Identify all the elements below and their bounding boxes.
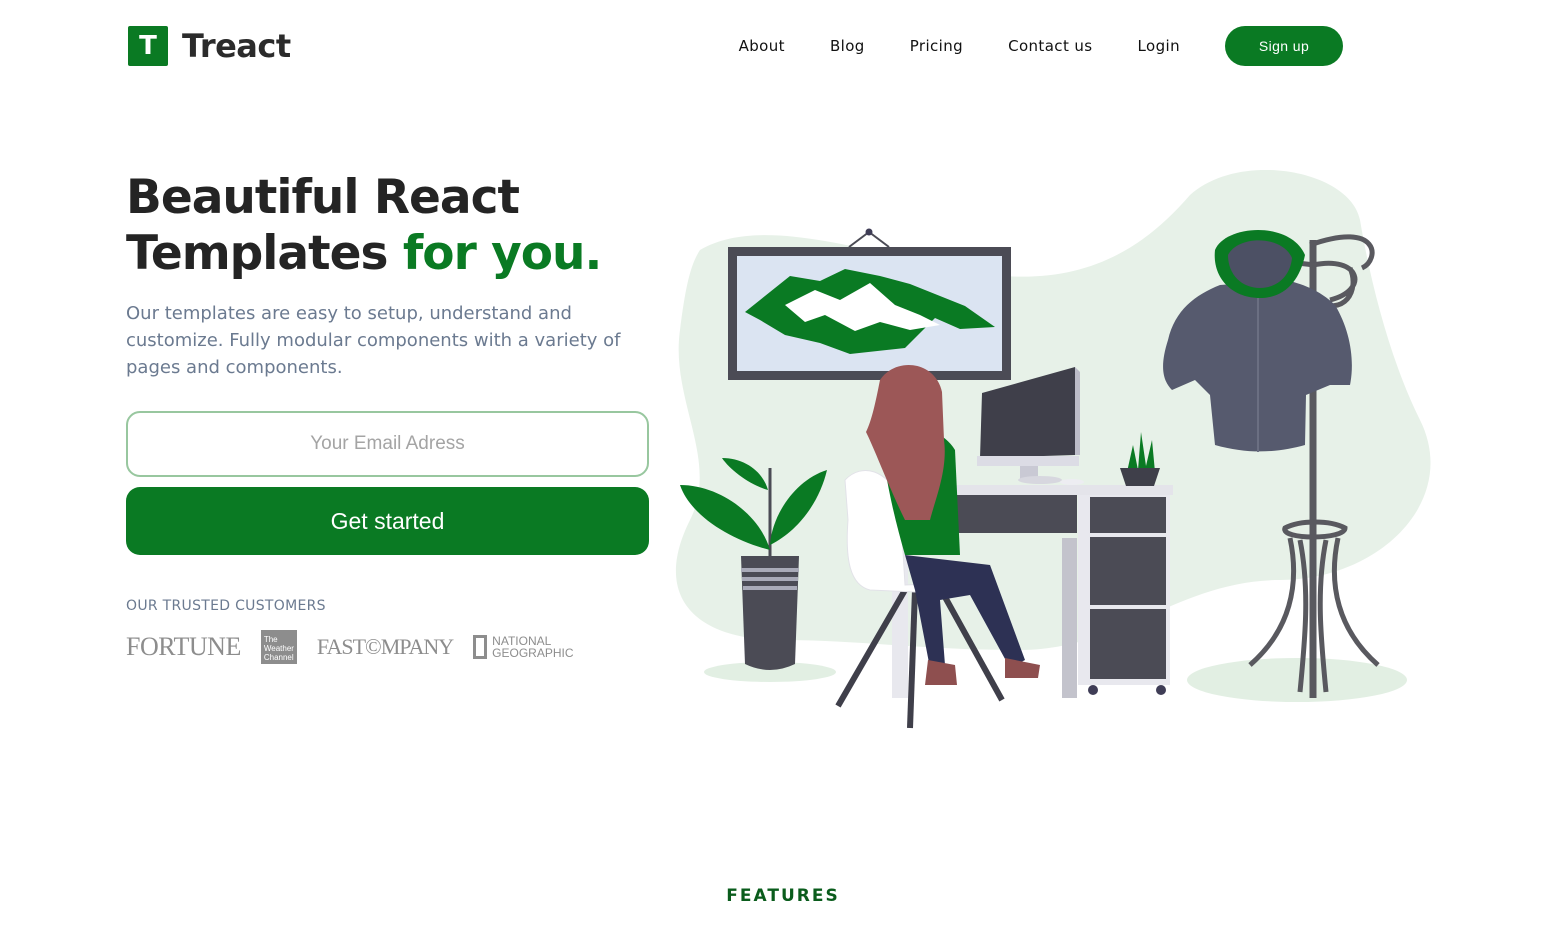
hero-title-accent: for you. — [402, 226, 603, 281]
national-geographic-logo: NATIONAL GEOGRAPHIC — [473, 635, 574, 659]
features-label: FEATURES — [726, 886, 840, 906]
main-nav: About Blog Pricing Contact us Login Sign… — [739, 26, 1388, 66]
get-started-button[interactable]: Get started — [126, 487, 649, 555]
hero-title-line1: Beautiful React — [126, 170, 520, 225]
nav-link-pricing[interactable]: Pricing — [910, 37, 963, 55]
signup-button[interactable]: Sign up — [1225, 26, 1343, 66]
hero-title: Beautiful React Templates for you. — [126, 170, 603, 282]
brand-logo[interactable]: T Treact — [128, 26, 291, 66]
hero-title-line2: Templates — [126, 226, 388, 281]
nav-link-contact[interactable]: Contact us — [1008, 37, 1092, 55]
natgeo-frame-icon — [473, 635, 488, 659]
email-input[interactable] — [126, 411, 649, 477]
brand-name: Treact — [182, 27, 291, 65]
hero-description: Our templates are easy to setup, underst… — [126, 303, 621, 378]
nav-link-login[interactable]: Login — [1138, 37, 1180, 55]
hero-illustration — [675, 170, 1431, 729]
fast-company-logo: FAST©MPANY — [316, 634, 454, 659]
customer-logos: FORTUNE The Weather Channel FAST©MPANY N… — [126, 630, 574, 664]
logo-icon: T — [128, 26, 168, 66]
weather-channel-logo: The Weather Channel — [260, 630, 297, 664]
nav-link-about[interactable]: About — [739, 37, 785, 55]
trusted-customers-heading: OUR TRUSTED CUSTOMERS — [126, 598, 326, 614]
wall-painting — [728, 228, 1011, 380]
fortune-logo: FORTUNE — [126, 632, 241, 661]
nav-link-blog[interactable]: Blog — [830, 37, 865, 55]
